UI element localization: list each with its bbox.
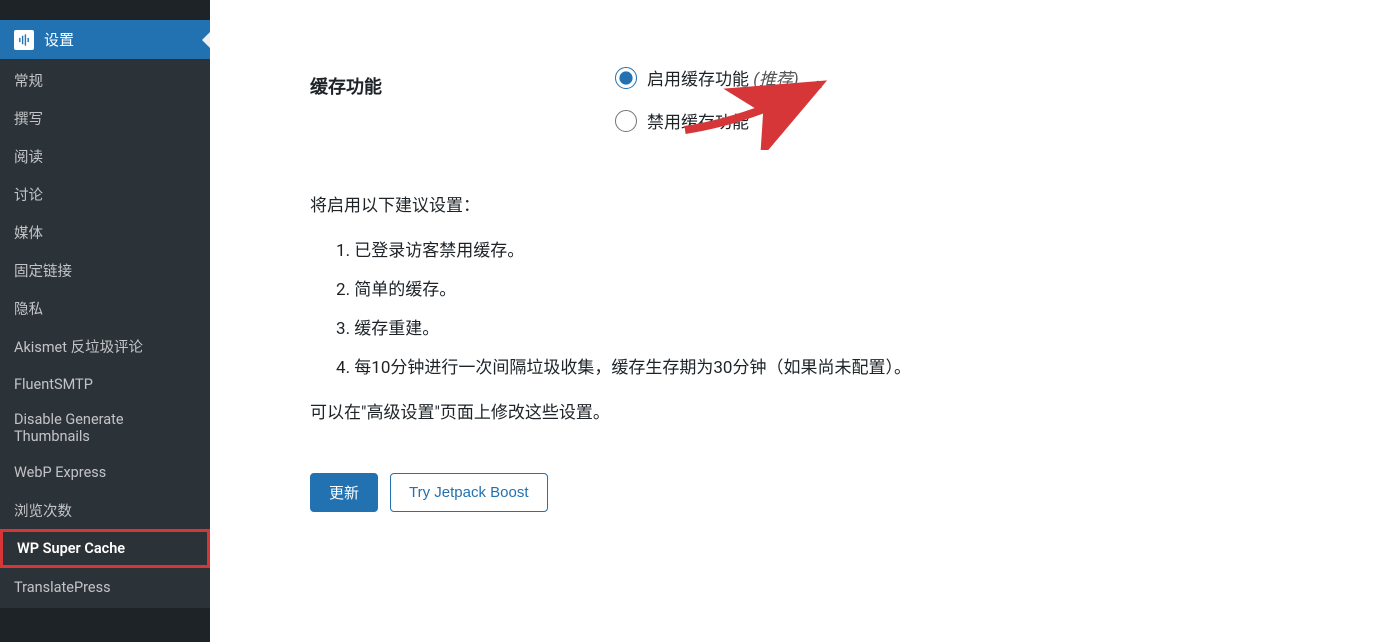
sidebar-item-label: 设置 bbox=[44, 29, 74, 50]
sidebar-sub-fluentsmtp[interactable]: FluentSMTP bbox=[0, 365, 210, 403]
list-item: 每10分钟进行一次间隔垃圾收集，缓存生存期为30分钟（如果尚未配置）。 bbox=[336, 353, 1337, 378]
radio-enable-label: 启用缓存功能 (推荐) bbox=[647, 65, 799, 90]
sidebar-sub-views[interactable]: 浏览次数 bbox=[0, 491, 210, 529]
list-item: 缓存重建。 bbox=[336, 314, 1337, 339]
settings-icon bbox=[14, 30, 34, 50]
list-item: 简单的缓存。 bbox=[336, 275, 1337, 300]
radio-disable-row[interactable]: 禁用缓存功能 bbox=[560, 108, 1337, 133]
sidebar-sub-akismet[interactable]: Akismet 反垃圾评论 bbox=[0, 327, 210, 365]
list-item: 已登录访客禁用缓存。 bbox=[336, 236, 1337, 261]
sidebar-item-settings[interactable]: 设置 bbox=[0, 20, 210, 59]
sidebar-spacer bbox=[0, 0, 210, 20]
main-content: 缓存功能 启用缓存功能 (推荐) 禁用缓存功能 将启用以下建议设置： 已登录访客… bbox=[210, 0, 1377, 642]
update-button[interactable]: 更新 bbox=[310, 473, 378, 512]
sidebar-sub-translatepress[interactable]: TranslatePress bbox=[0, 568, 210, 606]
sidebar-sub-wp-super-cache[interactable]: WP Super Cache bbox=[0, 529, 210, 568]
sidebar-sub-general[interactable]: 常规 bbox=[0, 61, 210, 99]
action-buttons: 更新 Try Jetpack Boost bbox=[310, 473, 1337, 512]
radio-disable-input[interactable] bbox=[615, 110, 637, 132]
sidebar-sub-permalinks[interactable]: 固定链接 bbox=[0, 251, 210, 289]
cache-toggle-row: 缓存功能 启用缓存功能 (推荐) 禁用缓存功能 bbox=[310, 65, 1337, 151]
admin-sidebar: 设置 常规 撰写 阅读 讨论 媒体 固定链接 隐私 Akismet 反垃圾评论 … bbox=[0, 0, 210, 642]
sidebar-sub-discussion[interactable]: 讨论 bbox=[0, 175, 210, 213]
radio-disable-label: 禁用缓存功能 bbox=[647, 108, 749, 133]
cache-section-label: 缓存功能 bbox=[310, 65, 560, 99]
recommended-heading: 将启用以下建议设置： bbox=[310, 191, 1337, 216]
try-jetpack-boost-button[interactable]: Try Jetpack Boost bbox=[390, 473, 548, 512]
advanced-settings-note: 可以在"高级设置"页面上修改这些设置。 bbox=[310, 398, 1337, 423]
sidebar-submenu: 常规 撰写 阅读 讨论 媒体 固定链接 隐私 Akismet 反垃圾评论 Flu… bbox=[0, 59, 210, 608]
radio-enable-row[interactable]: 启用缓存功能 (推荐) bbox=[560, 65, 1337, 90]
sidebar-sub-webp-express[interactable]: WebP Express bbox=[0, 453, 210, 491]
sidebar-sub-disable-thumbnails[interactable]: Disable Generate Thumbnails bbox=[0, 403, 210, 453]
sidebar-sub-privacy[interactable]: 隐私 bbox=[0, 289, 210, 327]
recommended-settings-list: 已登录访客禁用缓存。 简单的缓存。 缓存重建。 每10分钟进行一次间隔垃圾收集，… bbox=[336, 236, 1337, 378]
radio-enable-input[interactable] bbox=[615, 67, 637, 89]
sidebar-sub-media[interactable]: 媒体 bbox=[0, 213, 210, 251]
cache-radio-group: 启用缓存功能 (推荐) 禁用缓存功能 bbox=[560, 65, 1337, 151]
sidebar-sub-reading[interactable]: 阅读 bbox=[0, 137, 210, 175]
sidebar-sub-writing[interactable]: 撰写 bbox=[0, 99, 210, 137]
